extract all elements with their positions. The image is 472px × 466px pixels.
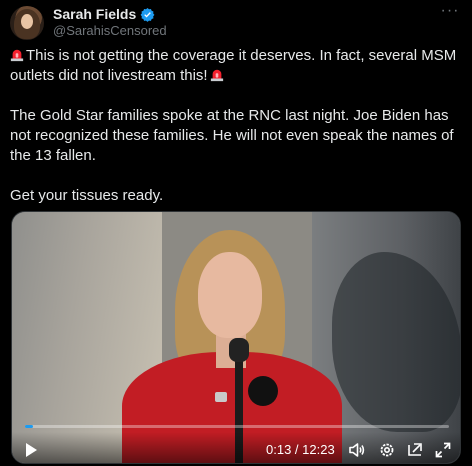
more-icon[interactable]: ··· (440, 3, 460, 20)
volume-icon[interactable] (348, 441, 366, 459)
fullscreen-icon[interactable] (434, 441, 452, 459)
post-paragraph-2: The Gold Star families spoke at the RNC … (10, 107, 454, 164)
video-controls: 0:13 / 12:23 (12, 432, 460, 463)
name-row: Sarah Fields (53, 6, 155, 22)
verified-badge-icon[interactable] (140, 7, 155, 22)
video-frame-speaker-face (198, 252, 262, 338)
post-paragraph-1-text: This is not getting the coverage it dese… (10, 47, 457, 84)
video-time: 0:13 / 12:23 (266, 442, 335, 457)
picture-in-picture-icon[interactable] (406, 441, 424, 459)
siren-icon (210, 69, 223, 82)
settings-icon[interactable] (378, 441, 396, 459)
post-paragraph-3: Get your tissues ready. (10, 187, 164, 204)
siren-icon (10, 49, 24, 62)
display-name[interactable]: Sarah Fields (53, 6, 136, 22)
video-progress-fill (25, 425, 34, 428)
video-player[interactable]: 0:13 / 12:23 (11, 211, 461, 464)
avatar[interactable] (10, 6, 44, 40)
post-header: Sarah Fields @SarahisCensored ··· (10, 3, 462, 40)
video-frame-microphone (229, 338, 249, 362)
post-paragraph-1: This is not getting the coverage it dese… (10, 46, 462, 86)
play-icon[interactable] (22, 441, 40, 459)
video-frame-pin (215, 392, 227, 402)
video-frame-brooch (248, 376, 278, 406)
post-text: This is not getting the coverage it dese… (10, 46, 462, 226)
video-progress-bar[interactable] (25, 425, 449, 428)
handle[interactable]: @SarahisCensored (53, 23, 167, 38)
